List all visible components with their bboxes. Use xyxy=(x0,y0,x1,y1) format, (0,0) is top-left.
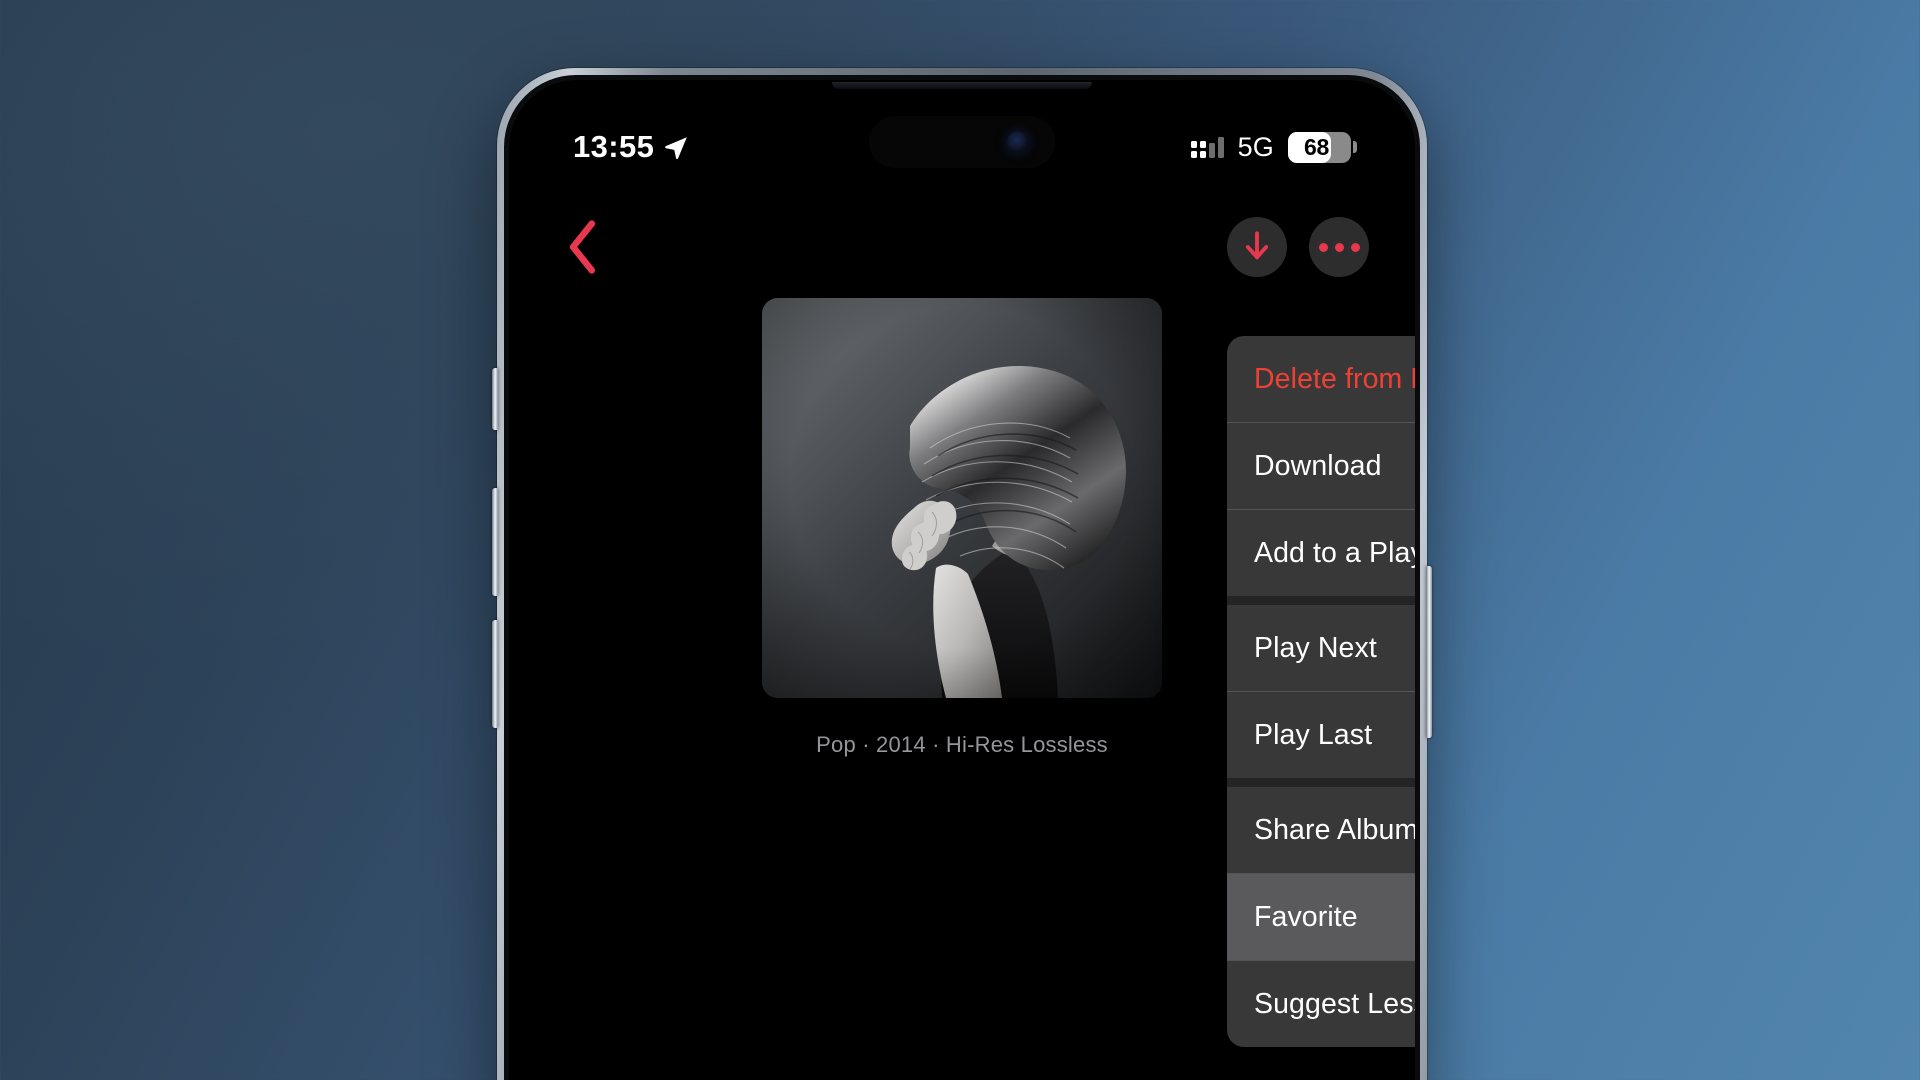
earpiece-speaker xyxy=(832,82,1092,89)
location-arrow-icon xyxy=(665,137,688,160)
power-button[interactable] xyxy=(1426,566,1432,738)
menu-item-label: Play Last xyxy=(1254,718,1373,751)
status-bar-left: 13:55 xyxy=(573,129,689,165)
menu-item-play-last[interactable]: Play Last xyxy=(1227,692,1415,778)
album-artwork-image xyxy=(762,298,1162,698)
menu-group-gap xyxy=(1227,596,1415,605)
menu-item-favorite[interactable]: Favorite xyxy=(1227,874,1415,960)
battery-tip xyxy=(1353,141,1357,153)
album-metadata: Pop · 2014 · Hi-Res Lossless xyxy=(816,720,1108,758)
menu-item-label: Suggest Less xyxy=(1254,987,1415,1020)
menu-item-label: Add to a Playlist... xyxy=(1254,536,1415,569)
menu-item-share-album[interactable]: Share Album... xyxy=(1227,787,1415,873)
menu-item-add-to-playlist[interactable]: Add to a Playlist... xyxy=(1227,510,1415,596)
download-arrow-icon xyxy=(1245,231,1269,260)
status-bar-right: 5G 68 xyxy=(1191,131,1357,163)
menu-item-delete-from-library[interactable]: Delete from Library xyxy=(1227,336,1415,422)
more-ellipsis-icon xyxy=(1318,242,1360,252)
menu-item-label: Download xyxy=(1254,449,1382,482)
navigation-bar xyxy=(509,204,1415,290)
front-camera-icon xyxy=(1007,131,1028,153)
menu-item-label: Play Next xyxy=(1254,631,1377,664)
action-button[interactable] xyxy=(492,368,498,430)
menu-item-label: Favorite xyxy=(1254,900,1358,933)
volume-up-button[interactable] xyxy=(492,488,498,596)
menu-item-play-next[interactable]: Play Next xyxy=(1227,605,1415,691)
iphone-device: 13:55 5G 68 Pop · 2014 · Hi-Res Lossless… xyxy=(492,68,1432,1080)
back-chevron-icon xyxy=(569,220,596,274)
back-button[interactable] xyxy=(555,218,613,276)
menu-item-label: Delete from Library xyxy=(1254,362,1415,395)
network-type-label: 5G xyxy=(1237,131,1274,162)
more-options-button[interactable] xyxy=(1309,217,1369,277)
menu-item-suggest-less[interactable]: Suggest Less xyxy=(1227,961,1415,1047)
context-menu: Delete from Library Download xyxy=(1227,336,1415,1047)
cellular-signal-icon xyxy=(1191,136,1224,158)
menu-item-download[interactable]: Download xyxy=(1227,423,1415,509)
battery-indicator: 68 xyxy=(1288,131,1357,163)
phone-bezel: 13:55 5G 68 Pop · 2014 · Hi-Res Lossless… xyxy=(504,75,1420,1080)
menu-group-gap xyxy=(1227,778,1415,787)
download-button[interactable] xyxy=(1227,217,1287,277)
nav-actions xyxy=(1227,217,1369,277)
battery-percent-label: 68 xyxy=(1304,133,1329,160)
status-bar-clock: 13:55 xyxy=(573,129,655,164)
phone-screen: 13:55 5G 68 Pop · 2014 · Hi-Res Lossless… xyxy=(509,80,1415,1080)
album-artwork[interactable] xyxy=(762,298,1162,698)
album-subtitle: Pop · 2014 · Hi-Res Lossless xyxy=(816,732,1108,757)
menu-item-label: Share Album... xyxy=(1254,813,1415,846)
dynamic-island[interactable] xyxy=(869,116,1055,168)
volume-down-button[interactable] xyxy=(492,620,498,728)
